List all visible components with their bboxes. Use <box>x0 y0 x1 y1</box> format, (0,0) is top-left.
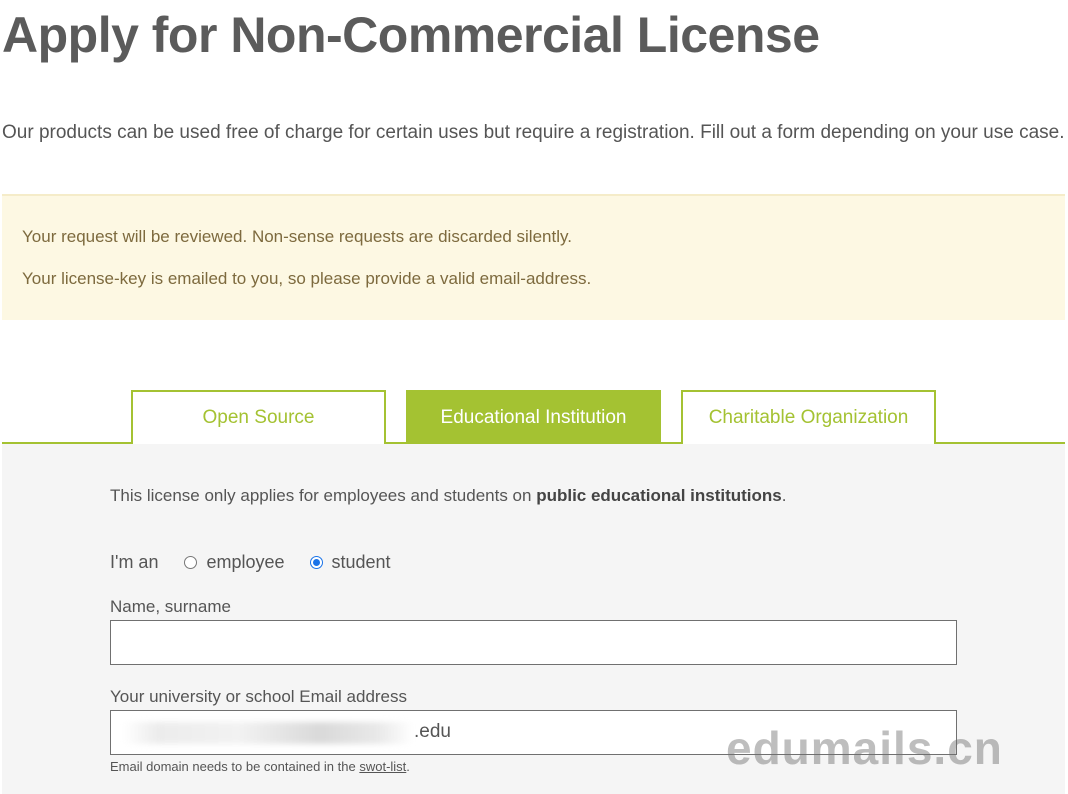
name-input[interactable] <box>110 620 957 665</box>
watermark-text: edumails.cn <box>726 722 1003 774</box>
role-option-student[interactable]: student <box>309 552 391 573</box>
license-description: This license only applies for employees … <box>110 486 786 506</box>
student-radio[interactable] <box>309 556 323 569</box>
description-emphasis: public educational institutions <box>536 486 782 505</box>
notice-line-review: Your request will be reviewed. Non-sense… <box>22 227 572 246</box>
employee-radio[interactable] <box>184 556 198 569</box>
swot-list-link[interactable]: swot-list <box>359 759 406 774</box>
email-field-label: Your university or school Email address <box>110 687 408 706</box>
tab-open-source[interactable]: Open Source <box>131 390 386 444</box>
email-input-value: .edu <box>414 721 451 742</box>
tab-charitable-organization[interactable]: Charitable Organization <box>681 390 936 444</box>
name-field-label: Name, surname <box>110 597 231 616</box>
description-prefix: This license only applies for employees … <box>110 486 537 505</box>
role-selector: I'm an employee student <box>110 552 416 573</box>
notice-line-email: Your license-key is emailed to you, so p… <box>22 269 592 288</box>
help-suffix: . <box>406 759 410 774</box>
tab-educational-institution[interactable]: Educational Institution <box>406 390 661 444</box>
page-title: Apply for Non-Commercial License <box>2 7 820 63</box>
help-prefix: Email domain needs to be contained in th… <box>110 759 360 774</box>
student-label: student <box>331 552 391 572</box>
email-help-text: Email domain needs to be contained in th… <box>110 759 410 774</box>
description-suffix: . <box>781 486 787 505</box>
redacted-email-local-part <box>123 722 413 744</box>
review-notice: Your request will be reviewed. Non-sense… <box>2 194 1065 320</box>
intro-text: Our products can be used free of charge … <box>2 122 1065 143</box>
license-type-tabs: Open Source Educational Institution Char… <box>2 389 1065 444</box>
role-option-employee[interactable]: employee <box>184 552 285 573</box>
role-label: I'm an <box>110 552 159 572</box>
employee-label: employee <box>206 552 285 572</box>
